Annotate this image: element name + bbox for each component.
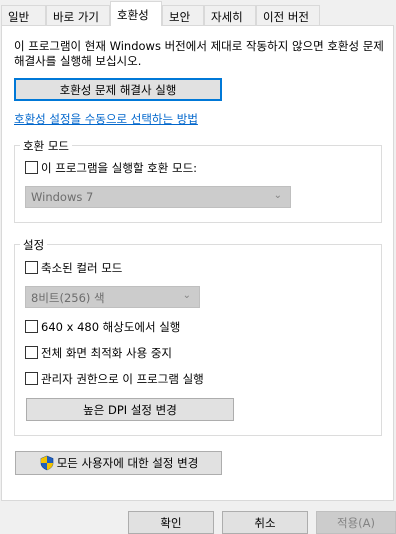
run-troubleshooter-button[interactable]: 호환성 문제 해결사 실행 — [14, 78, 222, 101]
change-all-users-label: 모든 사용자에 대한 설정 변경 — [56, 456, 199, 470]
change-all-users-button[interactable]: 모든 사용자에 대한 설정 변경 — [15, 451, 222, 475]
compat-mode-checkbox-box[interactable] — [25, 161, 38, 174]
fullscreen-opt-label: 전체 화면 최적화 사용 중지 — [41, 346, 173, 360]
tab-strip: 일반 바로 가기 호환성 보안 자세히 이전 버전 — [0, 0, 396, 26]
color-depth-select[interactable]: 8비트(256) 색 ⌄ — [25, 286, 200, 308]
manual-settings-link[interactable]: 호환성 설정을 수동으로 선택하는 방법 — [14, 111, 198, 127]
color-depth-selected-value: 8비트(256) 색 — [31, 291, 105, 305]
run-as-admin-checkbox[interactable]: 관리자 권한으로 이 프로그램 실행 — [25, 372, 204, 388]
compat-mode-checkbox[interactable]: 이 프로그램을 실행할 호환 모드: — [25, 161, 197, 177]
run-as-admin-label: 관리자 권한으로 이 프로그램 실행 — [41, 372, 204, 386]
reduced-color-checkbox-box[interactable] — [25, 261, 38, 274]
fullscreen-opt-checkbox-box[interactable] — [25, 346, 38, 359]
intro-text: 이 프로그램이 현재 Windows 버전에서 제대로 작동하지 않으면 호환성… — [14, 39, 384, 68]
res-640-checkbox[interactable]: 640 x 480 해상도에서 실행 — [25, 320, 180, 336]
ok-button[interactable]: 확인 — [128, 511, 214, 534]
uac-shield-icon — [40, 455, 54, 471]
tab-general[interactable]: 일반 — [1, 5, 46, 25]
reduced-color-checkbox[interactable]: 축소된 컬러 모드 — [25, 261, 122, 277]
chevron-down-icon: ⌄ — [182, 290, 191, 301]
tab-previous-versions[interactable]: 이전 버전 — [256, 5, 320, 25]
compat-os-select[interactable]: Windows 7 ⌄ — [25, 186, 291, 208]
high-dpi-settings-button[interactable]: 높은 DPI 설정 변경 — [26, 398, 234, 421]
tab-compatibility[interactable]: 호환성 — [110, 1, 162, 26]
settings-group-title: 설정 — [20, 237, 48, 253]
reduced-color-label: 축소된 컬러 모드 — [41, 261, 123, 275]
compat-mode-group — [14, 145, 382, 223]
res-640-label: 640 x 480 해상도에서 실행 — [41, 320, 181, 334]
fullscreen-opt-checkbox[interactable]: 전체 화면 최적화 사용 중지 — [25, 346, 172, 362]
tab-details[interactable]: 자세히 — [204, 5, 256, 25]
tab-security[interactable]: 보안 — [162, 5, 204, 25]
apply-button[interactable]: 적용(A) — [316, 511, 396, 534]
chevron-down-icon: ⌄ — [273, 190, 282, 201]
compat-mode-checkbox-label: 이 프로그램을 실행할 호환 모드: — [41, 161, 198, 175]
cancel-button[interactable]: 취소 — [222, 511, 308, 534]
tab-shortcut[interactable]: 바로 가기 — [46, 5, 110, 25]
res-640-checkbox-box[interactable] — [25, 320, 38, 333]
run-as-admin-checkbox-box[interactable] — [25, 372, 38, 385]
compat-mode-group-title: 호환 모드 — [20, 138, 72, 154]
compat-os-selected-value: Windows 7 — [31, 190, 94, 204]
